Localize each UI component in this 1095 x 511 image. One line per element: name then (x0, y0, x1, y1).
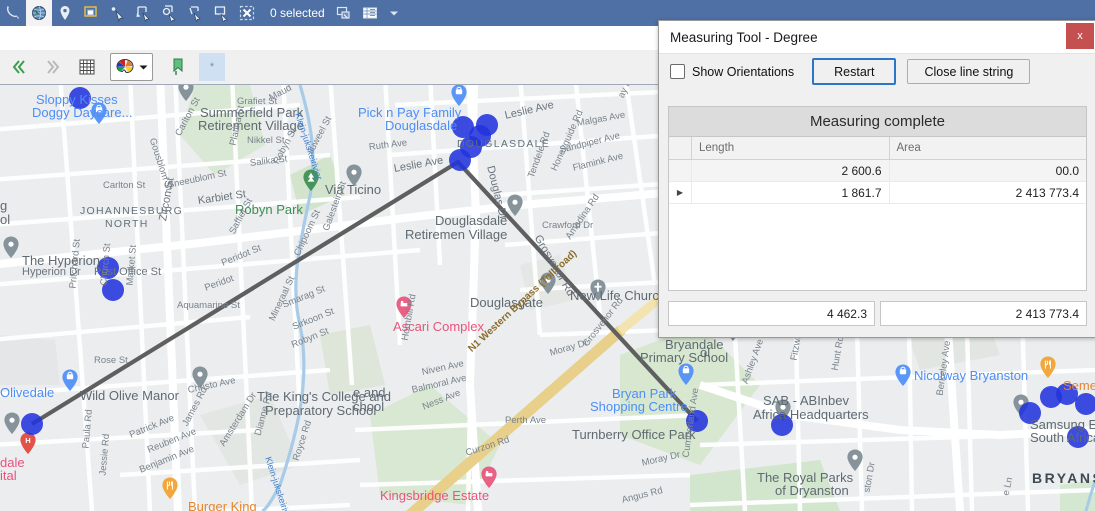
open-in-window-icon[interactable] (331, 0, 357, 26)
previous-all-icon[interactable] (4, 52, 34, 82)
application-window: 0 selected * H Sloppy Kisses Doggy Dayca… (0, 0, 1095, 511)
dialog-title: Measuring Tool - Degree (670, 29, 818, 45)
overflow-caret-icon[interactable] (383, 0, 405, 26)
color-palette-combo[interactable] (110, 53, 153, 81)
table-row[interactable]: ▶ 1 861.7 2 413 773.4 (669, 182, 1086, 204)
map-pin-icon[interactable] (892, 363, 914, 393)
map-pin-icon[interactable] (478, 465, 500, 495)
clear-selection-icon[interactable] (234, 0, 260, 26)
measuring-status: Measuring complete (669, 107, 1086, 137)
measurement-grid: Measuring complete Length Area 2 600.6 0… (668, 106, 1087, 291)
map-pin-icon[interactable] (537, 271, 559, 301)
cell-length: 1 861.7 (692, 182, 890, 203)
map-pin-icon[interactable] (343, 163, 365, 193)
select-point-icon[interactable] (104, 0, 130, 26)
favourite-star-icon[interactable]: * (199, 53, 225, 81)
map-pin-icon[interactable] (587, 278, 609, 308)
map-marker-dot[interactable] (1067, 426, 1089, 448)
map-pin-icon[interactable] (448, 85, 470, 113)
map-marker-icon[interactable] (52, 0, 78, 26)
map-pin-icon[interactable] (159, 476, 181, 506)
table-view-icon[interactable] (357, 0, 383, 26)
zoom-circle-icon[interactable] (156, 0, 182, 26)
map-marker-dot[interactable] (97, 257, 119, 279)
cell-area: 00.0 (1055, 163, 1079, 178)
map-pin-icon[interactable] (59, 368, 81, 398)
map-pin-icon[interactable] (504, 193, 526, 223)
map-marker-dot[interactable] (771, 414, 793, 436)
grid-empty-space (669, 204, 1086, 290)
grid-icon[interactable] (72, 52, 102, 82)
select-polygon-icon[interactable] (182, 0, 208, 26)
svg-text:H: H (25, 436, 30, 445)
dialog-title-bar[interactable]: Measuring Tool - Degree x (659, 21, 1095, 54)
next-all-icon[interactable] (38, 52, 68, 82)
map-marker-dot[interactable] (102, 279, 124, 301)
cell-area: 2 413 773.4 (1015, 185, 1079, 200)
restart-button[interactable]: Restart (812, 58, 897, 85)
pan-tool-icon[interactable] (0, 0, 26, 26)
checkbox-box[interactable] (670, 64, 685, 79)
map-pin-icon[interactable] (1, 411, 23, 441)
column-header-area[interactable]: Area (890, 137, 1087, 159)
column-header-length[interactable]: Length (692, 137, 890, 159)
map-marker-dot[interactable] (21, 413, 43, 435)
map-marker-dot[interactable] (69, 87, 91, 109)
cell-length: 2 600.6 (692, 160, 890, 181)
map-pin-icon[interactable] (189, 365, 211, 395)
show-orientations-checkbox[interactable]: Show Orientations (670, 64, 794, 79)
grid-header-row: Length Area (669, 137, 1086, 160)
map-marker-dot[interactable] (1019, 402, 1041, 424)
row-indicator (669, 160, 692, 181)
map-pin-icon[interactable] (300, 168, 322, 198)
map-marker-dot[interactable] (1075, 393, 1095, 415)
total-area-field: 2 413 773.4 (880, 301, 1087, 326)
dialog-toolbar: Show Orientations Restart Close line str… (659, 54, 1095, 89)
measuring-tool-dialog: Measuring Tool - Degree x Show Orientati… (658, 20, 1095, 338)
map-pin-icon[interactable] (393, 295, 415, 325)
close-icon[interactable]: x (1066, 23, 1094, 49)
selection-count-label: 0 selected (270, 6, 325, 20)
map-pin-icon[interactable] (88, 101, 110, 131)
row-indicator: ▶ (669, 182, 692, 203)
zoom-rectangle-icon[interactable] (130, 0, 156, 26)
map-pin-icon[interactable] (675, 362, 697, 392)
show-orientations-label: Show Orientations (692, 64, 795, 79)
map-marker-dot[interactable] (686, 410, 708, 432)
select-rectangle-icon[interactable] (78, 0, 104, 26)
totals-row: 4 462.3 2 413 773.4 (668, 301, 1087, 326)
map-marker-dot[interactable] (449, 149, 471, 171)
color-palette-icon (114, 57, 136, 77)
chevron-down-icon[interactable] (136, 57, 150, 77)
total-length-field: 4 462.3 (668, 301, 875, 326)
crop-rectangle-icon[interactable] (208, 0, 234, 26)
map-pin-icon[interactable] (0, 235, 22, 265)
map-pin-icon[interactable] (1037, 355, 1059, 385)
row-indicator-header (669, 137, 692, 159)
close-line-string-button[interactable]: Close line string (907, 59, 1031, 84)
map-pin-icon[interactable] (844, 448, 866, 478)
globe-icon[interactable] (26, 0, 52, 26)
table-row[interactable]: 2 600.6 00.0 (669, 160, 1086, 182)
map-pin-icon[interactable] (175, 85, 197, 108)
bookmark-icon[interactable] (163, 52, 193, 82)
